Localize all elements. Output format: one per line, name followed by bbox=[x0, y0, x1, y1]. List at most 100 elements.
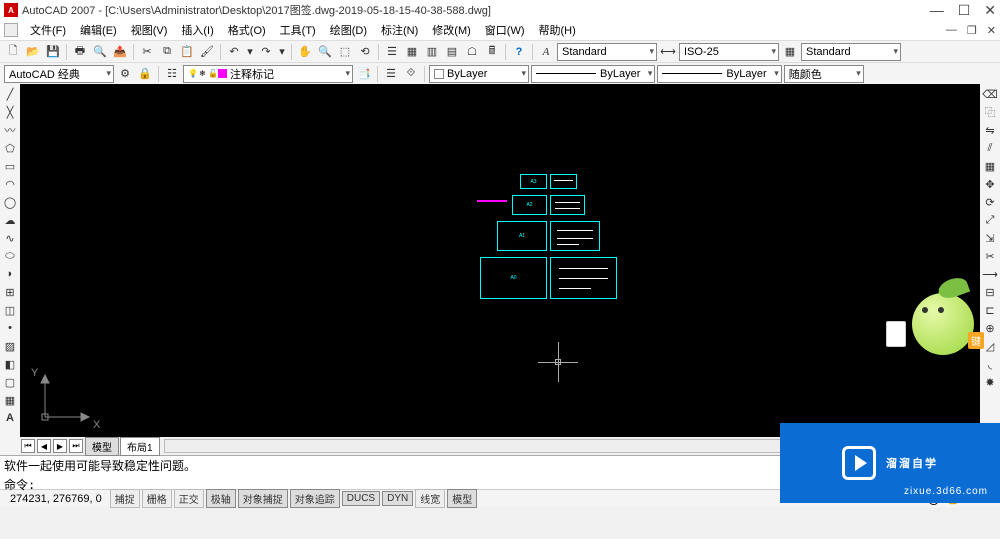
stretch-tool[interactable]: ⇲ bbox=[982, 230, 998, 246]
layer-prev-button[interactable]: 📑 bbox=[355, 65, 373, 83]
ellipse-arc-tool[interactable]: ◗ bbox=[2, 266, 18, 282]
dimstyle-icon[interactable]: ⟷ bbox=[659, 43, 677, 61]
break-tool[interactable]: ⊏ bbox=[982, 302, 998, 318]
point-tool[interactable]: • bbox=[2, 320, 18, 336]
help-button[interactable]: ? bbox=[510, 43, 528, 61]
menu-tools[interactable]: 工具(T) bbox=[274, 21, 322, 39]
tablestyle-icon[interactable]: ▦ bbox=[781, 43, 799, 61]
status-otrack[interactable]: 对象追踪 bbox=[290, 489, 340, 508]
status-polar[interactable]: 极轴 bbox=[206, 489, 236, 508]
tab-prev-button[interactable]: ◀ bbox=[37, 439, 51, 453]
undo-dropdown[interactable]: ▾ bbox=[245, 43, 255, 61]
offset-tool[interactable]: ⫽ bbox=[982, 140, 998, 156]
tab-model[interactable]: 模型 bbox=[85, 437, 119, 456]
copy-tool[interactable]: ⿻ bbox=[982, 104, 998, 120]
layer-states-button[interactable]: ☰ bbox=[382, 65, 400, 83]
text-style-combo[interactable]: Standard bbox=[557, 43, 657, 61]
circle-tool[interactable]: ◯ bbox=[2, 194, 18, 210]
mdi-minimize[interactable]: — bbox=[946, 24, 957, 37]
menu-window[interactable]: 窗口(W) bbox=[479, 21, 531, 39]
hatch-tool[interactable]: ▨ bbox=[2, 338, 18, 354]
mdi-restore[interactable]: ❐ bbox=[967, 24, 977, 37]
tab-last-button[interactable]: ⏭ bbox=[69, 439, 83, 453]
new-button[interactable]: 🗋 bbox=[4, 43, 22, 61]
workspace-settings-button[interactable]: ⚙ bbox=[116, 65, 134, 83]
scale-tool[interactable]: ⤢ bbox=[982, 212, 998, 228]
menu-view[interactable]: 视图(V) bbox=[125, 21, 174, 39]
status-ortho[interactable]: 正交 bbox=[174, 489, 204, 508]
tab-next-button[interactable]: ▶ bbox=[53, 439, 67, 453]
explode-tool[interactable]: ✸ bbox=[982, 374, 998, 390]
redo-dropdown[interactable]: ▾ bbox=[277, 43, 287, 61]
tab-first-button[interactable]: ⏮ bbox=[21, 439, 35, 453]
drawing-canvas[interactable]: A3 A2 A1 A0 bbox=[20, 84, 980, 437]
status-dyn[interactable]: DYN bbox=[382, 491, 413, 506]
status-osnap[interactable]: 对象捕捉 bbox=[238, 489, 288, 508]
erase-tool[interactable]: ⌫ bbox=[982, 86, 998, 102]
zoom-prev-button[interactable]: ⟲ bbox=[356, 43, 374, 61]
status-model[interactable]: 模型 bbox=[447, 489, 477, 508]
paste-button[interactable]: 📋 bbox=[178, 43, 196, 61]
array-tool[interactable]: ▦ bbox=[982, 158, 998, 174]
zoom-rt-button[interactable]: 🔍 bbox=[316, 43, 334, 61]
save-button[interactable]: 💾 bbox=[44, 43, 62, 61]
mtext-tool[interactable]: A bbox=[2, 410, 18, 426]
move-tool[interactable]: ✥ bbox=[982, 176, 998, 192]
menu-file[interactable]: 文件(F) bbox=[24, 21, 72, 39]
menu-edit[interactable]: 编辑(E) bbox=[74, 21, 123, 39]
quickcalc-button[interactable]: 🖩 bbox=[483, 43, 501, 61]
xline-tool[interactable]: ╳ bbox=[2, 104, 18, 120]
linetype-combo[interactable]: ByLayer bbox=[531, 65, 655, 83]
break-pt-tool[interactable]: ⊟ bbox=[982, 284, 998, 300]
pan-button[interactable]: ✋ bbox=[296, 43, 314, 61]
workspace-combo[interactable]: AutoCAD 经典 bbox=[4, 65, 114, 83]
open-button[interactable]: 📂 bbox=[24, 43, 42, 61]
ellipse-tool[interactable]: ⬭ bbox=[2, 248, 18, 264]
lineweight-combo[interactable]: ByLayer bbox=[657, 65, 781, 83]
markup-button[interactable]: ☖ bbox=[463, 43, 481, 61]
print-button[interactable]: 🖶 bbox=[71, 43, 89, 61]
rotate-tool[interactable]: ⟳ bbox=[982, 194, 998, 210]
properties-button[interactable]: ☰ bbox=[383, 43, 401, 61]
table-tool[interactable]: ▦ bbox=[2, 392, 18, 408]
textstyle-icon[interactable]: A bbox=[537, 43, 555, 61]
trim-tool[interactable]: ✂ bbox=[982, 248, 998, 264]
spline-tool[interactable]: ∿ bbox=[2, 230, 18, 246]
menu-help[interactable]: 帮助(H) bbox=[533, 21, 582, 39]
layer-combo[interactable]: 💡❄🔓 注释标记 bbox=[183, 65, 353, 83]
status-snap[interactable]: 捕捉 bbox=[110, 489, 140, 508]
status-grid[interactable]: 栅格 bbox=[142, 489, 172, 508]
maximize-button[interactable]: ☐ bbox=[958, 3, 971, 17]
chamfer-tool[interactable]: ◿ bbox=[982, 338, 998, 354]
menu-insert[interactable]: 插入(I) bbox=[175, 21, 219, 39]
pline-tool[interactable]: 〰 bbox=[2, 122, 18, 138]
rectangle-tool[interactable]: ▭ bbox=[2, 158, 18, 174]
menu-draw[interactable]: 绘图(D) bbox=[324, 21, 373, 39]
revcloud-tool[interactable]: ☁ bbox=[2, 212, 18, 228]
plot-preview-button[interactable]: 🔍 bbox=[91, 43, 109, 61]
close-button[interactable]: ✕ bbox=[984, 3, 996, 17]
dim-style-combo[interactable]: ISO-25 bbox=[679, 43, 779, 61]
zoom-window-button[interactable]: ⬚ bbox=[336, 43, 354, 61]
tool-palettes-button[interactable]: ▥ bbox=[423, 43, 441, 61]
join-tool[interactable]: ⊕ bbox=[982, 320, 998, 336]
table-style-combo[interactable]: Standard bbox=[801, 43, 901, 61]
region-tool[interactable]: ▢ bbox=[2, 374, 18, 390]
arc-tool[interactable]: ◠ bbox=[2, 176, 18, 192]
extend-tool[interactable]: ⟶ bbox=[982, 266, 998, 282]
layer-tools-button[interactable]: ⟐ bbox=[402, 65, 420, 83]
status-lwt[interactable]: 线宽 bbox=[415, 489, 445, 508]
insert-block-tool[interactable]: ⊞ bbox=[2, 284, 18, 300]
layer-manager-button[interactable]: ☷ bbox=[163, 65, 181, 83]
tab-layout1[interactable]: 布局1 bbox=[120, 437, 160, 456]
sheet-set-button[interactable]: ▤ bbox=[443, 43, 461, 61]
redo-button[interactable]: ↷ bbox=[257, 43, 275, 61]
publish-button[interactable]: 📤 bbox=[111, 43, 129, 61]
menu-dim[interactable]: 标注(N) bbox=[375, 21, 424, 39]
status-ducs[interactable]: DUCS bbox=[342, 491, 380, 506]
match-prop-button[interactable]: 🖌 bbox=[198, 43, 216, 61]
mdi-close[interactable]: ✕ bbox=[987, 24, 996, 37]
cut-button[interactable]: ✂ bbox=[138, 43, 156, 61]
workspace-lock-button[interactable]: 🔒 bbox=[136, 65, 154, 83]
fillet-tool[interactable]: ◟ bbox=[982, 356, 998, 372]
